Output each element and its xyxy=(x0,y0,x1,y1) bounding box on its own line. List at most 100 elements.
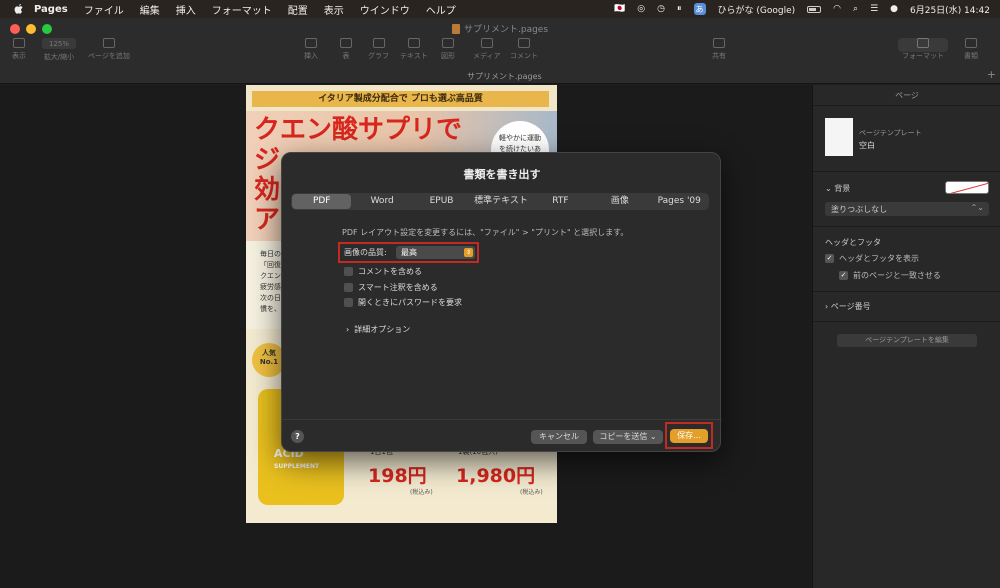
window-title-text: サプリメント.pages xyxy=(464,25,549,35)
close-window-icon[interactable] xyxy=(10,24,20,34)
control-center-icon[interactable]: ☰ xyxy=(870,4,878,14)
save-button[interactable]: 保存... xyxy=(670,429,708,443)
require-password-checkbox[interactable]: 開くときにパスワードを要求 xyxy=(344,297,462,308)
tab-title[interactable]: サプリメント.pages xyxy=(467,71,542,82)
show-header-footer-checkbox[interactable]: ✓ ヘッダとフッタを表示 xyxy=(825,253,919,264)
price2-tax: (税込み) xyxy=(520,489,543,496)
battery-icon[interactable] xyxy=(807,5,822,13)
toolbar-add-page-label: ページを追加 xyxy=(88,52,130,60)
menu-file[interactable]: ファイル xyxy=(84,2,124,17)
minimize-window-icon[interactable] xyxy=(26,24,36,34)
zoom-select[interactable]: 125% xyxy=(42,38,76,49)
menu-arrange[interactable]: 配置 xyxy=(288,2,308,17)
image-quality-value: 最高 xyxy=(401,248,417,257)
match-previous-checkbox[interactable]: ✓ 前のページと一致させる xyxy=(839,270,941,281)
ime-label[interactable]: ひらがな (Google) xyxy=(718,3,796,16)
toolbar-format[interactable]: フォーマット xyxy=(902,38,944,61)
new-tab-icon[interactable]: + xyxy=(987,68,996,81)
media-icon xyxy=(480,38,493,48)
fill-select[interactable]: 塗りつぶしなし ⌃⌄ xyxy=(825,202,989,216)
toolbar-shape-label: 図形 xyxy=(441,52,455,60)
ime-icon[interactable]: あ xyxy=(693,3,706,15)
toolbar-comment-label: コメント xyxy=(510,52,538,60)
toolbar-document-label: 書類 xyxy=(964,52,978,60)
toolbar-share[interactable]: 共有 xyxy=(712,38,726,61)
flag-icon[interactable]: 🇯🇵 xyxy=(614,4,625,14)
chevron-down-icon: ⌄ xyxy=(825,184,835,193)
tab-rtf[interactable]: RTF xyxy=(531,193,590,210)
creative-cloud-icon[interactable]: ◎ xyxy=(637,4,645,14)
checkbox-box xyxy=(344,298,353,307)
toolbar-media-label: メディア xyxy=(473,52,501,60)
updown-chevron-icon: ⌃⌄ xyxy=(970,203,984,212)
page-banner: イタリア製成分配合で プロも選ぶ高品質 xyxy=(252,91,549,107)
apple-icon[interactable] xyxy=(12,2,26,16)
format-sidebar: ページ ページテンプレート 空白 ⌄ 背景 塗りつぶしなし ⌃⌄ ヘッダとフッタ … xyxy=(812,85,1000,588)
tab-epub[interactable]: EPUB xyxy=(412,193,471,210)
sidebar-divider xyxy=(813,321,1000,322)
toolbar-media[interactable]: メディア xyxy=(473,38,501,61)
toolbar-shape[interactable]: 図形 xyxy=(441,38,455,61)
menu-app-name[interactable]: Pages xyxy=(34,4,68,15)
fill-select-value: 塗りつぶしなし xyxy=(831,205,888,214)
toolbar-document[interactable]: 書類 xyxy=(964,38,978,61)
tab-image[interactable]: 画像 xyxy=(590,193,649,210)
include-smart-annotations-checkbox[interactable]: スマート注釈を含める xyxy=(344,282,438,293)
page-template-thumbnail[interactable] xyxy=(825,118,853,156)
zoom-window-icon[interactable] xyxy=(42,24,52,34)
tab-word[interactable]: Word xyxy=(352,193,411,210)
clock-icon[interactable]: ◷ xyxy=(657,4,665,14)
show-header-footer-label: ヘッダとフッタを表示 xyxy=(839,254,919,263)
siri-icon[interactable]: ● xyxy=(890,4,898,14)
image-quality-highlight: 画像の品質: 最高 ⇕ xyxy=(338,242,479,263)
menu-format[interactable]: フォーマット xyxy=(212,2,272,17)
page-number-row[interactable]: › ページ番号 xyxy=(825,301,871,312)
window-toolbar: サプリメント.pages 表示 125% 拡大/縮小 ページを追加 挿入 表 グラ… xyxy=(0,18,1000,84)
menu-help[interactable]: ヘルプ xyxy=(426,2,456,17)
toolbar-chart[interactable]: グラフ xyxy=(368,38,389,61)
toolbar-table[interactable]: 表 xyxy=(340,38,352,61)
advanced-options-disclosure[interactable]: › 詳細オプション xyxy=(346,324,410,335)
menu-insert[interactable]: 挿入 xyxy=(176,2,196,17)
toolbar-text-label: テキスト xyxy=(400,52,428,60)
search-icon[interactable]: ⌕ xyxy=(853,4,858,14)
image-quality-select[interactable]: 最高 ⇕ xyxy=(396,246,475,259)
edit-page-template-button[interactable]: ページテンプレートを編集 xyxy=(837,334,977,347)
background-row[interactable]: ⌄ 背景 xyxy=(825,183,850,194)
sidebar-divider xyxy=(813,171,1000,172)
pause-icon[interactable]: ⏸ xyxy=(677,4,682,14)
background-label: 背景 xyxy=(834,184,851,193)
include-comments-label: コメントを含める xyxy=(358,267,422,276)
toolbar-comment[interactable]: コメント xyxy=(510,38,538,61)
toolbar-chart-label: グラフ xyxy=(368,52,389,60)
price-area: 1日1包 198円 (税込み) 1袋(10包入) 1,980円 (税込み) xyxy=(364,447,554,507)
menu-edit[interactable]: 編集 xyxy=(140,2,160,17)
toolbar-insert[interactable]: 挿入 xyxy=(304,38,318,61)
menu-bar: Pages ファイル 編集 挿入 フォーマット 配置 表示 ウインドウ ヘルプ … xyxy=(0,0,1000,18)
toolbar-view[interactable]: 表示 xyxy=(12,38,26,61)
toolbar-add-page[interactable]: ページを追加 xyxy=(88,38,130,61)
toolbar-view-label: 表示 xyxy=(12,52,26,60)
chart-icon xyxy=(372,38,385,48)
status-area: 🇯🇵 ◎ ◷ ⏸ あ ひらがな (Google) ◠ ⌕ ☰ ● 6月25日(水… xyxy=(614,0,990,18)
chevron-down-icon: ⌄ xyxy=(647,432,657,441)
format-tabs: PDF Word EPUB 標準テキスト RTF 画像 Pages '09 xyxy=(291,193,709,210)
cancel-button[interactable]: キャンセル xyxy=(531,430,587,444)
menu-view[interactable]: 表示 xyxy=(324,2,344,17)
include-comments-checkbox[interactable]: コメントを含める xyxy=(344,266,422,277)
toolbar-text[interactable]: テキスト xyxy=(400,38,428,61)
tab-pdf[interactable]: PDF xyxy=(292,194,352,209)
help-button[interactable]: ? xyxy=(291,430,304,443)
insert-icon xyxy=(305,38,317,48)
price1-tax: (税込み) xyxy=(410,489,433,496)
send-copy-button[interactable]: コピーを送信 ⌄ xyxy=(593,430,663,444)
wifi-icon[interactable]: ◠ xyxy=(833,4,841,14)
toolbar-table-label: 表 xyxy=(342,52,350,60)
tab-pages09[interactable]: Pages '09 xyxy=(650,193,709,210)
menubar-clock[interactable]: 6月25日(水) 14:42 xyxy=(910,3,990,16)
comment-icon xyxy=(518,38,530,48)
tab-plain-text[interactable]: 標準テキスト xyxy=(471,193,530,210)
background-color-well[interactable] xyxy=(945,181,989,194)
menu-window[interactable]: ウインドウ xyxy=(360,2,410,17)
toolbar-zoom[interactable]: 125% 拡大/縮小 xyxy=(42,38,76,62)
